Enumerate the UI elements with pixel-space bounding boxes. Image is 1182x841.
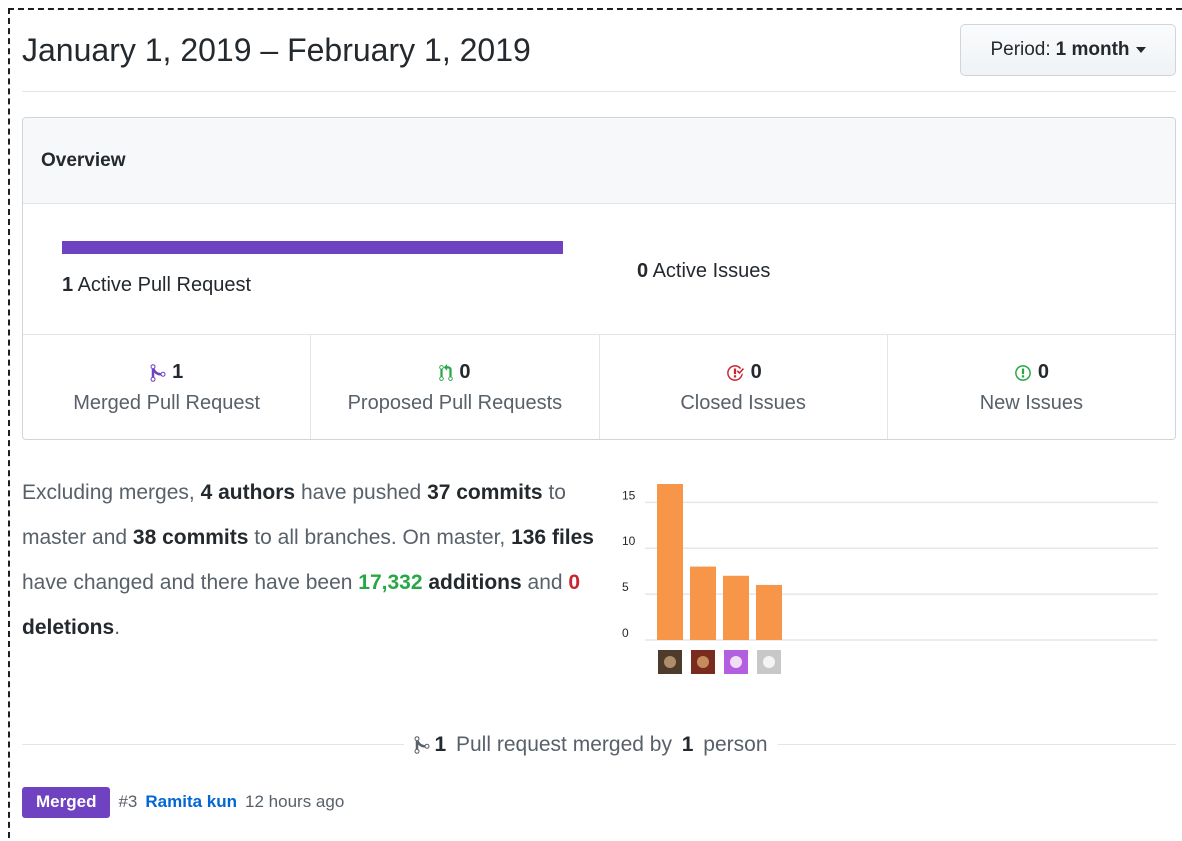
additions-word: additions bbox=[422, 571, 522, 594]
deletions-count: 0 bbox=[568, 571, 581, 594]
text-span: to all branches. On master, bbox=[248, 526, 512, 549]
text-span: . bbox=[114, 616, 121, 639]
chart-bar bbox=[690, 566, 716, 640]
chart-y-tick-label: 15 bbox=[622, 488, 636, 502]
merged-count: 1 bbox=[434, 733, 447, 756]
caret-down-icon bbox=[1135, 47, 1146, 53]
files-count: 136 files bbox=[511, 526, 594, 549]
commits-all-count: 38 commits bbox=[132, 526, 249, 549]
period-label: Period: bbox=[990, 39, 1051, 60]
stat-label: Proposed Pull Requests bbox=[347, 392, 563, 414]
stat-proposed-pull-requests[interactable]: 0 Proposed Pull Requests bbox=[311, 335, 600, 439]
overview-box: Overview 1 Active Pull Request 0 Active … bbox=[22, 117, 1176, 440]
merged-persons-count: 1 bbox=[681, 733, 694, 756]
chart-bar bbox=[723, 575, 749, 640]
chart-bar bbox=[657, 484, 683, 640]
stat-new-issues[interactable]: 0 New Issues bbox=[888, 335, 1175, 439]
active-pull-requests-link[interactable]: 1 Active Pull Request bbox=[62, 274, 251, 297]
stat-count: 0 bbox=[459, 361, 471, 383]
pulse-header: January 1, 2019 – February 1, 2019 Perio… bbox=[22, 22, 1176, 92]
active-issues-count: 0 bbox=[637, 260, 649, 282]
pull-request-progress-fill bbox=[62, 241, 563, 254]
author-avatar-detail bbox=[664, 656, 676, 668]
stat-count: 1 bbox=[172, 361, 184, 383]
stat-label: Merged Pull Request bbox=[73, 392, 261, 414]
author-avatar-detail bbox=[730, 656, 742, 668]
chart-y-tick-label: 0 bbox=[622, 626, 629, 640]
issue-opened-icon bbox=[1014, 364, 1031, 381]
git-merge-icon bbox=[150, 363, 166, 382]
period-selector-button[interactable]: Period: 1 month bbox=[960, 24, 1176, 76]
active-issues-label: Active Issues bbox=[652, 260, 771, 282]
issue-closed-icon bbox=[726, 364, 744, 381]
stat-count: 0 bbox=[1037, 361, 1049, 383]
stat-closed-issues[interactable]: 0 Closed Issues bbox=[600, 335, 888, 439]
author-avatar-detail bbox=[697, 656, 709, 668]
pull-request-progress-bar bbox=[62, 241, 563, 254]
stat-merged-pull-requests[interactable]: 1 Merged Pull Request bbox=[23, 335, 312, 439]
contributors-bar-chart: 0 5 10 15 bbox=[622, 484, 1158, 674]
page-title: January 1, 2019 – February 1, 2019 bbox=[22, 32, 531, 68]
additions-count: 17,332 bbox=[358, 571, 423, 594]
deletions-word: deletions bbox=[22, 616, 115, 639]
commit-summary-text: Excluding merges, 4 authors have pushed … bbox=[22, 470, 597, 650]
text-span: and bbox=[521, 571, 569, 594]
active-pr-label: Active Pull Request bbox=[77, 274, 251, 296]
stat-label: New Issues bbox=[979, 392, 1084, 414]
authors-count: 4 authors bbox=[200, 481, 296, 504]
git-merge-icon bbox=[414, 736, 430, 754]
chart-bar bbox=[756, 584, 782, 640]
chart-y-tick-label: 5 bbox=[622, 580, 629, 594]
merged-badge: Merged bbox=[22, 786, 111, 818]
pr-number: #3 bbox=[118, 792, 138, 811]
active-pr-count: 1 bbox=[62, 274, 74, 296]
chart-y-tick-label: 10 bbox=[622, 534, 636, 548]
text-span: person bbox=[697, 733, 768, 756]
pr-time: 12 hours ago bbox=[245, 792, 345, 811]
text-span: have pushed bbox=[295, 481, 428, 504]
stat-label: Closed Issues bbox=[680, 392, 806, 414]
period-value: 1 month bbox=[1055, 39, 1130, 60]
commits-master-count: 37 commits bbox=[427, 481, 543, 504]
text-span: Excluding merges, bbox=[22, 481, 201, 504]
overview-stats: 1 Merged Pull Request 0 Proposed Pull Re… bbox=[23, 335, 1175, 439]
pull-request-row: Merged #3 Ramita kun 12 hours ago bbox=[22, 786, 344, 818]
merged-pr-heading: 1 Pull request merged by 1 person bbox=[0, 733, 1182, 760]
text-span: Pull request merged by bbox=[450, 733, 678, 756]
stat-count: 0 bbox=[750, 361, 762, 383]
text-span: have changed and there have been bbox=[22, 571, 359, 594]
git-pull-request-icon bbox=[439, 363, 454, 381]
active-issues-link[interactable]: 0 Active Issues bbox=[637, 260, 770, 283]
author-avatar-detail bbox=[763, 656, 775, 668]
overview-heading: Overview bbox=[23, 118, 1175, 204]
pr-title-link[interactable]: Ramita kun bbox=[145, 792, 237, 812]
overview-summary: 1 Active Pull Request 0 Active Issues bbox=[23, 204, 1175, 335]
